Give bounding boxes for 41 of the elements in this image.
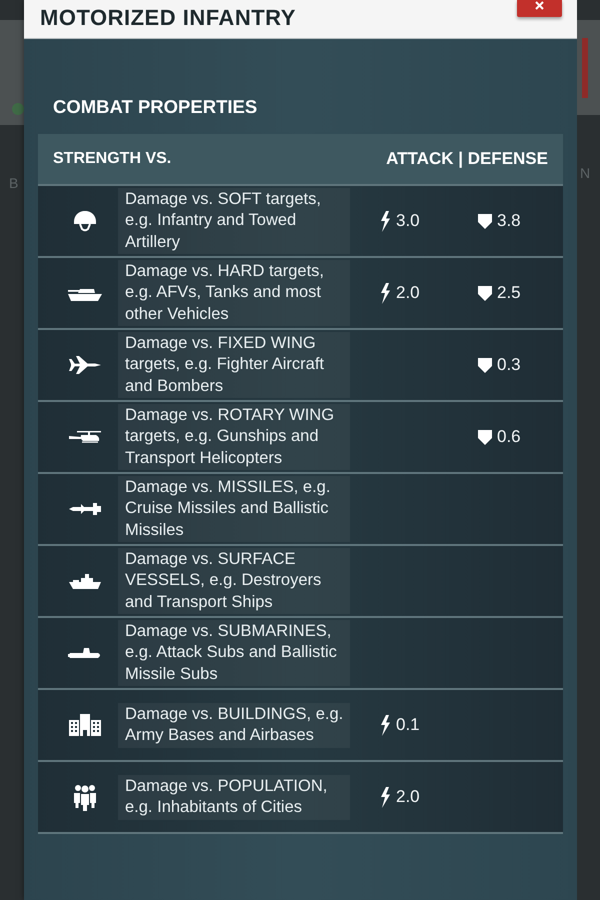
column-header: STRENGTH VS. [53, 149, 172, 169]
building-icon [69, 714, 101, 736]
target-description: Damage vs. SUBMARINES, e.g. Attack Subs and Ballistic Missile Subs [118, 620, 350, 686]
defense-value: 3.8 [497, 211, 521, 231]
target-description: Damage vs. SURFACE VESSELS, e.g. Destroyers and Transport Ships [118, 548, 350, 614]
defense-value: 0.3 [497, 355, 521, 375]
target-description: Damage vs. FIXED WING targets, e.g. Fighter Aircraft and Bombers [118, 332, 350, 398]
attack-value: 0.1 [396, 715, 420, 735]
circle-icon [12, 103, 24, 115]
shield-icon [478, 213, 492, 229]
shield-icon [478, 357, 492, 373]
target-description: Damage vs. ROTARY WING targets, e.g. Gunships and Transport Helicopters [118, 404, 350, 470]
close-button[interactable] [517, 0, 562, 17]
missile-icon [69, 503, 101, 515]
target-description: Damage vs. BUILDINGS, e.g. Army Bases and Airbases [118, 702, 350, 748]
lightning-icon [380, 714, 391, 736]
target-description: Damage vs. MISSILES, e.g. Cruise Missiles and Ballistic Missiles [118, 476, 350, 542]
helmet-icon [73, 210, 97, 232]
helicopter-icon [69, 431, 101, 443]
shield-icon [478, 429, 492, 445]
people-icon [74, 784, 96, 810]
defense-value: 0.6 [497, 427, 521, 447]
column-header: ATTACK | DEFENSE [386, 149, 548, 169]
submarine-icon [68, 648, 102, 658]
jet-icon [69, 355, 101, 375]
backdrop-tag [582, 38, 588, 98]
section-title: COMBAT PROPERTIES [53, 96, 258, 118]
lightning-icon [380, 210, 391, 232]
close-icon [535, 1, 544, 10]
target-description: Damage vs. SOFT targets, e.g. Infantry and Towed Artillery [118, 188, 350, 254]
lightning-icon [380, 786, 391, 808]
defense-value: 2.5 [497, 283, 521, 303]
shield-icon [478, 285, 492, 301]
lightning-icon [380, 282, 391, 304]
attack-value: 2.0 [396, 283, 420, 303]
attack-value: 3.0 [396, 211, 420, 231]
attack-value: 2.0 [396, 787, 420, 807]
target-description: Damage vs. HARD targets, e.g. AFVs, Tanks and most other Vehicles [118, 260, 350, 326]
ship-icon [69, 574, 101, 588]
target-description: Damage vs. POPULATION, e.g. Inhabitants of Cities [118, 774, 350, 820]
dialog-title: MOTORIZED INFANTRY [40, 5, 296, 31]
